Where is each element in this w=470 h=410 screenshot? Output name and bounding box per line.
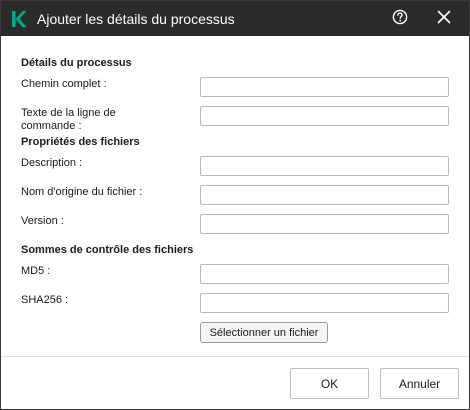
command-line-label: Texte de la ligne de commande : bbox=[21, 107, 116, 132]
command-line-input[interactable] bbox=[200, 106, 449, 126]
original-file-name-label: Nom d'origine du fichier : bbox=[21, 186, 143, 198]
help-circle-icon bbox=[392, 9, 408, 30]
description-input[interactable] bbox=[200, 156, 449, 176]
sha256-input[interactable] bbox=[200, 293, 449, 313]
version-label: Version : bbox=[21, 215, 64, 227]
close-button[interactable] bbox=[431, 7, 457, 31]
dialog-title: Ajouter les détails du processus bbox=[37, 11, 235, 27]
md5-input[interactable] bbox=[200, 264, 449, 284]
version-input[interactable] bbox=[200, 214, 449, 234]
full-path-input[interactable] bbox=[200, 77, 449, 97]
file-properties-heading: Propriétés des fichiers bbox=[21, 136, 140, 148]
kaspersky-logo-icon bbox=[10, 10, 28, 28]
full-path-label: Chemin complet : bbox=[21, 78, 107, 90]
original-file-name-input[interactable] bbox=[200, 185, 449, 205]
file-checksums-heading: Sommes de contrôle des fichiers bbox=[21, 244, 194, 256]
close-icon bbox=[437, 10, 451, 29]
ok-button[interactable]: OK bbox=[290, 368, 369, 399]
process-details-heading: Détails du processus bbox=[21, 57, 132, 69]
footer-divider bbox=[1, 356, 469, 357]
cancel-button[interactable]: Annuler bbox=[380, 368, 459, 399]
dialog-content: Détails du processus Chemin complet : Te… bbox=[1, 36, 469, 356]
md5-label: MD5 : bbox=[21, 265, 51, 277]
select-file-button[interactable]: Sélectionner un fichier bbox=[200, 322, 328, 343]
title-bar: Ajouter les détails du processus bbox=[1, 1, 469, 36]
description-label: Description : bbox=[21, 157, 83, 169]
sha256-label: SHA256 : bbox=[21, 294, 69, 306]
add-process-details-dialog: Ajouter les détails du processus Détails… bbox=[0, 0, 470, 410]
help-button[interactable] bbox=[387, 7, 413, 31]
